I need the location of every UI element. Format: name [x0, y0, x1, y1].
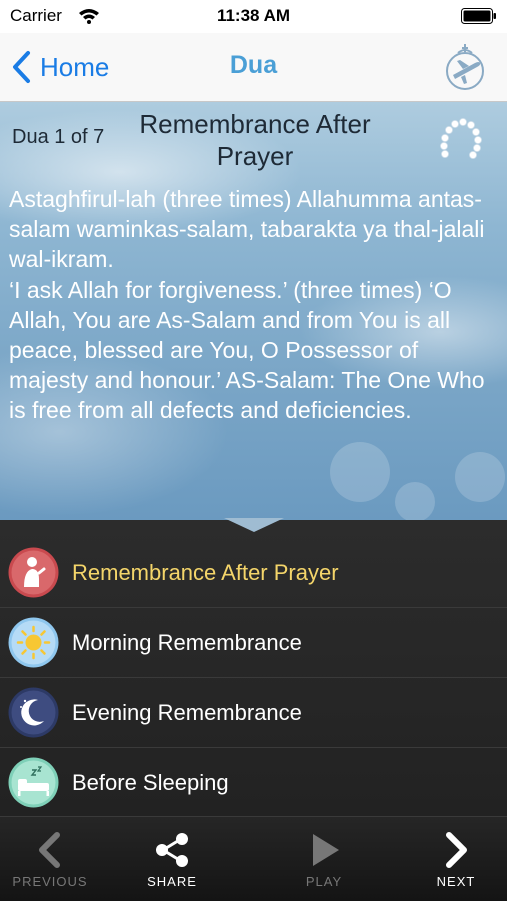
list-item-label: Before Sleeping — [72, 770, 229, 795]
navigation-bar: Home Dua — [0, 33, 507, 102]
bed-icon — [8, 757, 59, 808]
praying-person-icon — [8, 547, 59, 598]
home-back-label: Home — [40, 51, 110, 82]
play-label: PLAY — [305, 874, 343, 889]
next-button[interactable]: NEXT — [401, 817, 507, 901]
share-button[interactable]: SHARE — [117, 817, 227, 901]
chevron-left-icon — [39, 832, 60, 868]
play-icon — [313, 834, 339, 866]
list-item-label: Remembrance After Prayer — [72, 560, 339, 585]
prayer-beads-icon[interactable] — [435, 114, 487, 164]
list-item-label: Evening Remembrance — [72, 700, 302, 725]
share-label: SHARE — [147, 874, 197, 889]
bokeh-decoration — [395, 482, 435, 520]
bokeh-decoration — [330, 442, 390, 502]
bottom-toolbar: PREVIOUS SHARE PLAY NEXT — [0, 816, 507, 901]
status-bar: Carrier 11:38 AM — [0, 0, 507, 33]
list-item-before-sleeping[interactable]: Before Sleeping — [0, 748, 507, 818]
home-back-button[interactable]: Home — [10, 49, 109, 85]
list-item-remembrance-after-prayer[interactable]: Remembrance After Prayer — [0, 538, 507, 608]
list-item-evening-remembrance[interactable]: Evening Remembrance — [0, 678, 507, 748]
share-icon — [156, 833, 188, 867]
selection-pointer — [224, 518, 284, 532]
battery-icon — [461, 8, 496, 24]
dua-title: Remembrance After Prayer — [139, 109, 371, 171]
previous-label: PREVIOUS — [12, 874, 88, 889]
dua-content-panel: Dua 1 of 7 Remembrance After Prayer Asta… — [0, 102, 507, 520]
sun-icon — [8, 617, 59, 668]
dua-text: Astaghfirul-lah (three times) Allahumma … — [9, 184, 497, 426]
chevron-right-icon — [446, 832, 467, 868]
clock: 11:38 AM — [216, 6, 291, 25]
list-item-morning-remembrance[interactable]: Morning Remembrance — [0, 608, 507, 678]
bokeh-decoration — [455, 452, 505, 502]
list-item-label: Morning Remembrance — [72, 630, 302, 655]
next-label: NEXT — [436, 874, 476, 889]
previous-button[interactable]: PREVIOUS — [0, 817, 105, 901]
dua-counter: Dua 1 of 7 — [12, 126, 105, 148]
play-button[interactable]: PLAY — [269, 817, 379, 901]
travel-logo-icon[interactable] — [441, 39, 489, 95]
chevron-left-icon — [13, 51, 30, 83]
dua-category-list: Remembrance After Prayer Morning Remembr… — [0, 518, 507, 818]
moon-icon — [8, 687, 59, 738]
dua-body: Astaghfirul-lah (three times) Allahumma … — [9, 186, 485, 424]
